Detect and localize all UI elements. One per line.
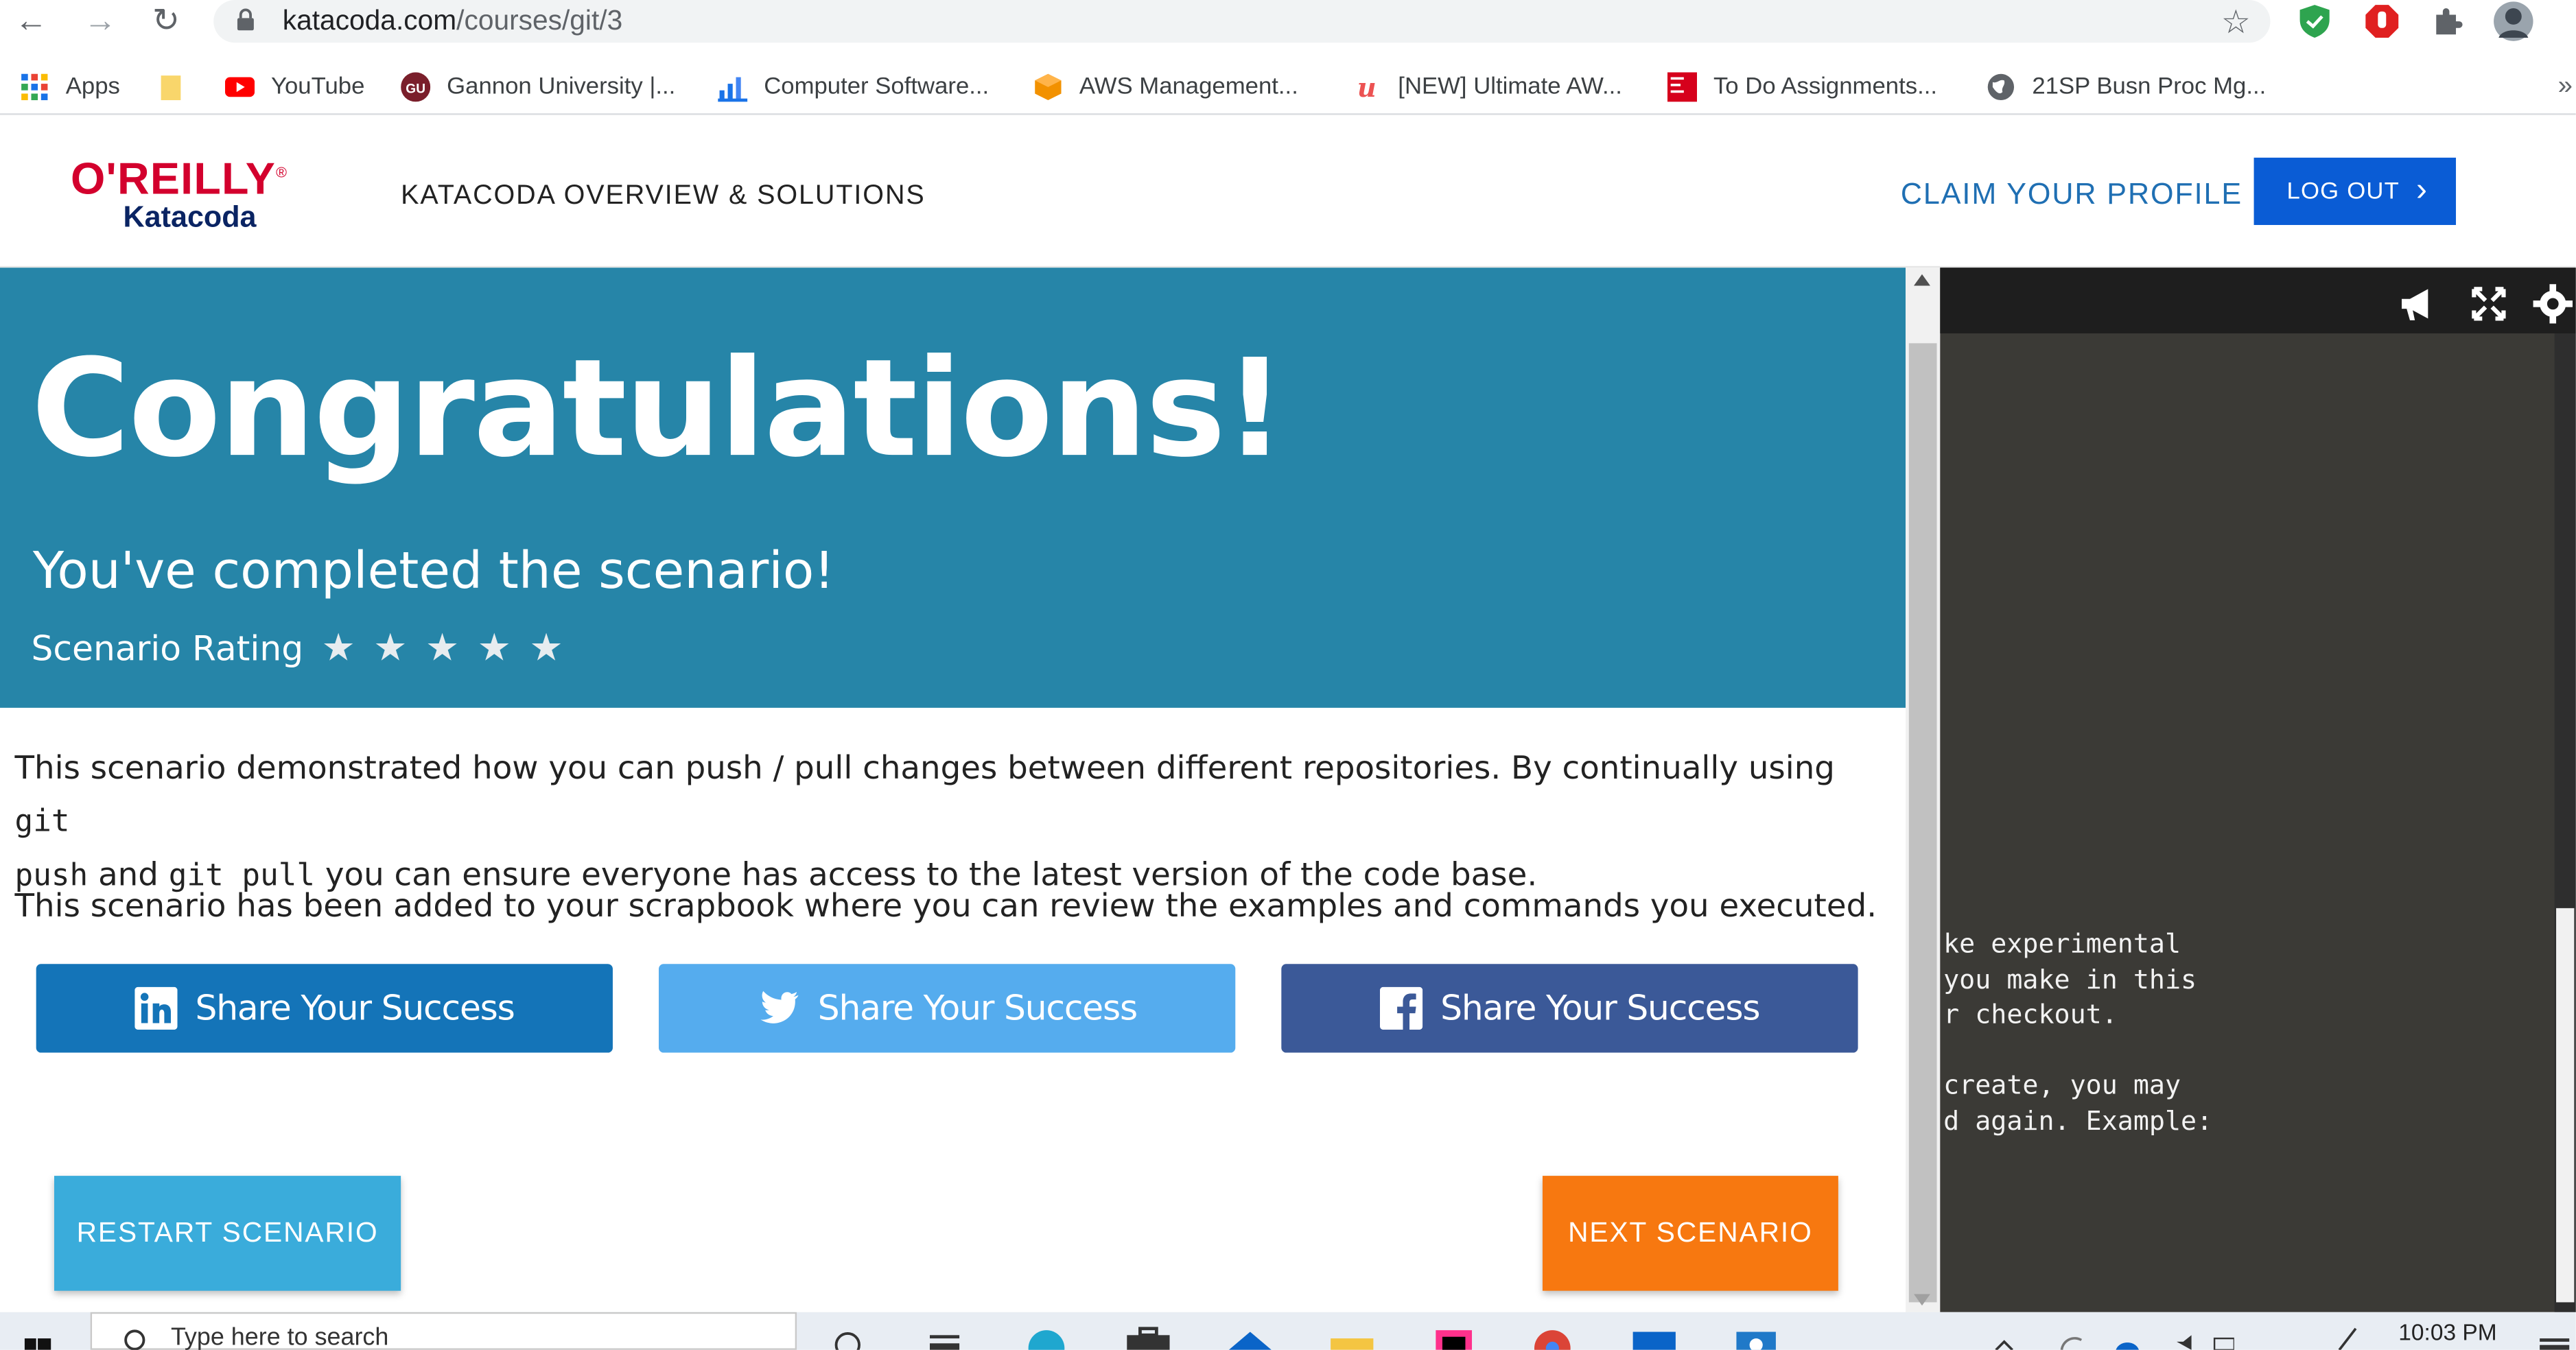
taskbar-search-box[interactable]: Type here to search [90,1312,797,1350]
extensions-puzzle-icon[interactable] [2430,3,2466,40]
forward-icon[interactable]: → [82,3,119,40]
reload-icon[interactable]: ↻ [148,3,184,40]
star-icon[interactable]: ★ [321,629,355,667]
rating-stars: ★ ★ ★ ★ ★ [321,629,581,667]
star-icon[interactable]: ★ [373,629,407,667]
scrapbook-paragraph: This scenario has been added to your scr… [14,886,1877,925]
share-twitter-button[interactable]: Share Your Success [658,964,1236,1053]
mcgraw-hill-icon [1667,72,1698,102]
store-icon[interactable] [1123,1322,1173,1350]
udemy-icon: u [1357,73,1377,102]
share-label: Share Your Success [1440,988,1760,1028]
profile-avatar[interactable] [2490,0,2536,43]
shield-extension-icon[interactable] [2297,3,2333,40]
scenario-rating: Scenario Rating ★ ★ ★ ★ ★ [31,629,581,668]
chart-icon [718,77,748,102]
youtube-icon [224,77,255,97]
terminal-panel[interactable]: ke experimental you make in this r check… [1940,268,2576,1312]
fullscreen-icon[interactable] [2469,284,2508,323]
app-icon[interactable] [1731,1322,1781,1350]
url-text: katacoda.com/courses/git/3 [282,5,623,36]
chrome-icon[interactable] [1527,1322,1577,1350]
adblock-extension-icon[interactable] [2364,3,2400,40]
star-icon[interactable]: ★ [425,629,459,667]
oreilly-logo[interactable]: O'REILLY® [71,154,288,205]
facebook-icon [1379,986,1422,1030]
bookmark-busn-proc[interactable]: 21SP Busn Proc Mg... [1986,71,2266,104]
gear-icon[interactable] [2533,284,2573,324]
aws-icon [1035,73,1062,101]
cortana-icon[interactable] [826,1322,876,1350]
edge-icon[interactable] [1022,1322,1071,1350]
globe-icon [1987,73,2015,101]
chevron-right-icon: › [2416,172,2428,209]
task-view-icon[interactable] [922,1322,971,1350]
windows-start-icon[interactable] [20,1322,56,1350]
search-icon [124,1329,145,1350]
bookmark-todo[interactable]: To Do Assignments... [1667,71,1937,104]
notifications-icon[interactable] [2536,1322,2573,1350]
screen: ← → ↻ katacoda.com/courses/git/3 ☆ Apps … [0,0,2576,1350]
scrollbar-thumb[interactable] [1908,343,1937,1303]
svg-text:GU: GU [406,82,425,96]
completion-subtitle: You've completed the scenario! [32,542,835,602]
back-icon[interactable]: ← [13,3,49,40]
completion-banner: Congratulations! You've completed the sc… [0,268,1906,708]
bookmark-star-icon[interactable]: ☆ [2221,1,2251,43]
bookmark-folder[interactable] [158,71,204,104]
logout-label: LOG OUT [2286,178,2400,205]
svg-text:u: u [1357,73,1377,102]
page-title: Congratulations! [31,331,1285,488]
browser-toolbar: ← → ↻ katacoda.com/courses/git/3 ☆ [0,0,2576,47]
summary-paragraph: This scenario demonstrated how you can p… [14,748,1835,894]
bookmark-apps[interactable]: Apps [20,71,120,104]
more-bookmarks-chevron-icon[interactable]: » [2558,72,2573,102]
taskbar-clock[interactable]: 10:03 PM [2398,1318,2496,1345]
pen-icon[interactable] [2332,1322,2365,1350]
lock-icon [237,8,254,31]
share-facebook-button[interactable]: Share Your Success [1281,964,1858,1053]
restart-scenario-button[interactable]: RESTART SCENARIO [54,1176,401,1291]
scroll-up-arrow-icon[interactable] [1914,274,1930,286]
terminal-scrollbar-thumb[interactable] [2556,908,2575,1303]
file-explorer-icon[interactable] [1327,1322,1377,1350]
logout-button[interactable]: LOG OUT › [2253,157,2457,225]
bookmarks-bar: Apps YouTube GU Gannon University |... C… [0,59,2576,115]
nav-overview-link[interactable]: KATACODA OVERVIEW & SOLUTIONS [401,180,926,211]
apps-grid-icon [21,73,48,101]
share-linkedin-button[interactable]: Share Your Success [36,964,613,1053]
next-scenario-button[interactable]: NEXT SCENARIO [1542,1176,1838,1291]
mail-icon[interactable] [1226,1322,1275,1350]
bookmark-computer-software[interactable]: Computer Software... [718,71,989,104]
terminal-toolbar [1940,268,2576,333]
gannon-icon: GU [401,72,431,102]
scroll-down-arrow-icon[interactable] [1914,1294,1930,1306]
katacoda-logo[interactable]: Katacoda [124,200,257,235]
site-header: O'REILLY® Katacoda KATACODA OVERVIEW & S… [0,124,2576,268]
taskbar-search-placeholder: Type here to search [170,1323,389,1350]
twitter-icon [760,991,799,1023]
share-label: Share Your Success [195,988,515,1028]
terminal-scrollbar[interactable] [2554,333,2576,1312]
page-scrollbar[interactable] [1906,268,1941,1312]
outlook-icon[interactable] [1630,1322,1679,1350]
system-tray-icons[interactable] [1988,1322,2234,1350]
megaphone-icon[interactable] [2398,284,2437,323]
star-icon[interactable]: ★ [478,629,511,667]
bookmark-youtube[interactable]: YouTube [224,71,364,104]
linkedin-icon [134,986,178,1030]
rating-label: Scenario Rating [31,628,304,669]
bookmark-aws[interactable]: AWS Management... [1033,71,1298,104]
bookmark-gannon[interactable]: GU Gannon University |... [401,71,675,104]
address-bar[interactable]: katacoda.com/courses/git/3 ☆ [213,0,2271,43]
bookmark-udemy[interactable]: u [NEW] Ultimate AW... [1352,71,1622,104]
folder-icon [161,75,181,101]
share-label: Share Your Success [817,988,1138,1028]
terminal-output: ke experimental you make in this r check… [1943,927,2213,1136]
windows-taskbar: Type here to search 10:03 PM [0,1312,2576,1350]
star-icon[interactable]: ★ [529,629,563,667]
claim-profile-link[interactable]: CLAIM YOUR PROFILE [1901,178,2243,212]
intellij-icon[interactable] [1429,1322,1479,1350]
